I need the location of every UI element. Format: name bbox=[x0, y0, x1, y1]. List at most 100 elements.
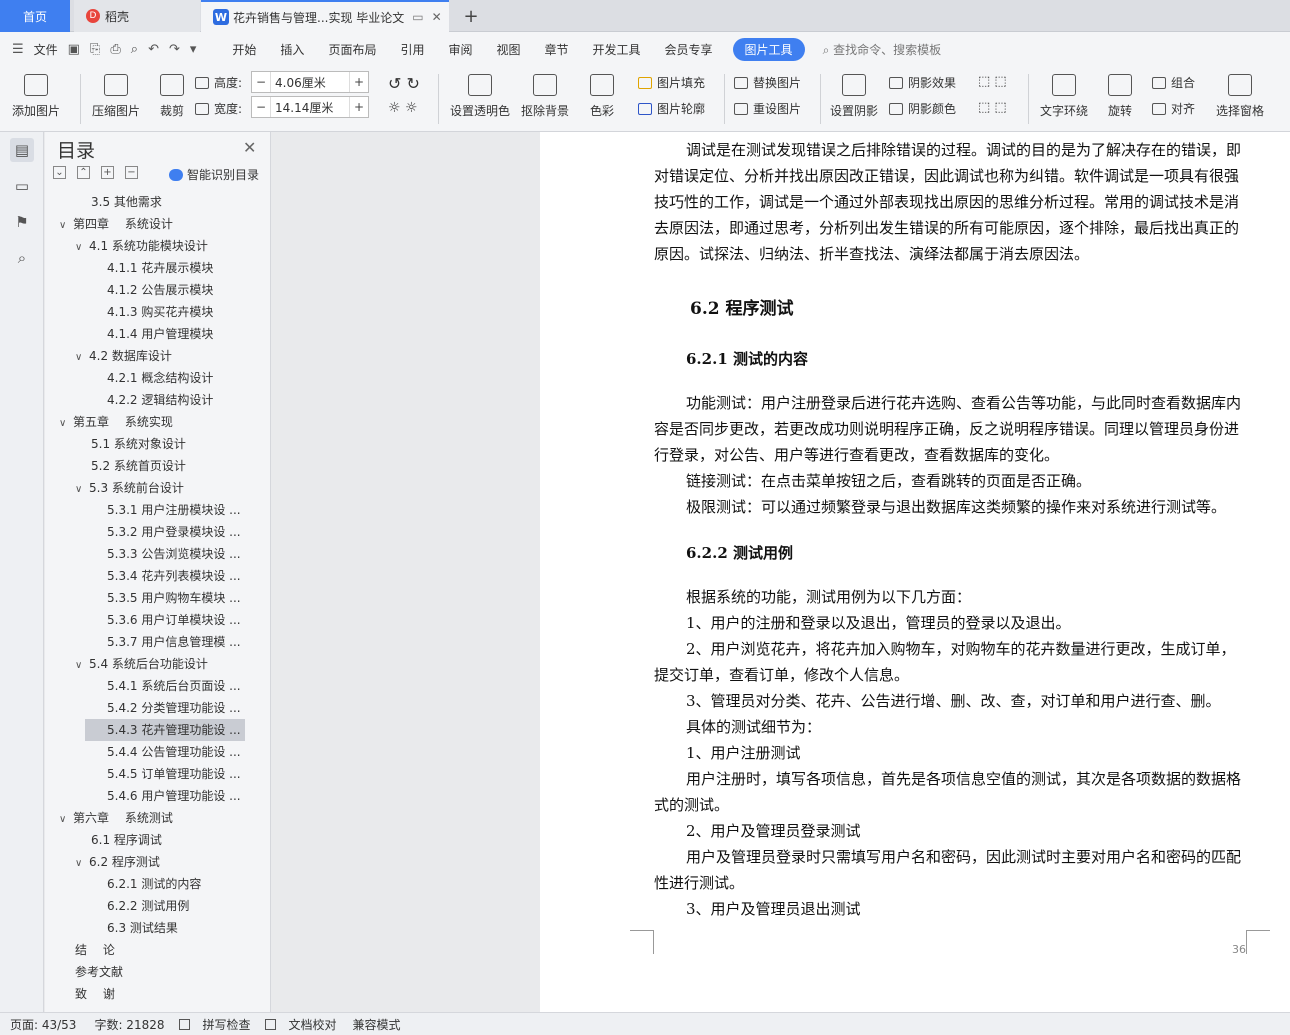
menu-item[interactable]: 开发工具 bbox=[593, 41, 641, 58]
word-count[interactable]: 字数: 21828 bbox=[94, 1016, 164, 1033]
toc-icon[interactable]: ▤ bbox=[10, 138, 34, 162]
set-transparent-button[interactable]: 设置透明色 bbox=[450, 74, 510, 119]
height-value[interactable]: 4.06厘米 bbox=[270, 72, 350, 92]
group-button[interactable]: 组合 bbox=[1152, 74, 1195, 91]
save-icon[interactable]: ▣ bbox=[68, 42, 80, 57]
toc-item[interactable]: 4.1.3 购买花卉模块 bbox=[45, 301, 265, 323]
toc-item[interactable]: ∨ 4.1 系统功能模块设计 bbox=[45, 235, 265, 257]
tab-docer[interactable]: D 稻壳 bbox=[74, 0, 200, 32]
toc-item[interactable]: ∨ 5.3 系统前台设计 bbox=[45, 477, 265, 499]
collapse-icon[interactable]: ⌄ bbox=[53, 166, 66, 179]
chevron-down-icon[interactable]: ∨ bbox=[59, 215, 73, 235]
menu-item[interactable]: 会员专享 bbox=[665, 41, 713, 58]
close-icon[interactable]: ✕ bbox=[243, 138, 256, 157]
toc-item[interactable]: 4.1.1 花卉展示模块 bbox=[45, 257, 265, 279]
height-minus[interactable]: − bbox=[252, 75, 270, 89]
add-item-icon[interactable]: + bbox=[101, 166, 114, 179]
toc-item[interactable]: 4.1.4 用户管理模块 bbox=[45, 323, 265, 345]
toc-item[interactable]: 5.4.4 公告管理功能设 ... bbox=[45, 741, 265, 763]
menu-item[interactable]: 视图 bbox=[496, 41, 520, 58]
preview-icon[interactable]: ⌕ bbox=[131, 42, 138, 57]
file-menu[interactable]: 文件 bbox=[34, 41, 58, 58]
screen-icon[interactable]: ▭ bbox=[412, 10, 423, 24]
menu-item[interactable]: 插入 bbox=[280, 41, 304, 58]
crop-button[interactable]: 裁剪 bbox=[160, 74, 184, 119]
redo-icon[interactable]: ↷ bbox=[169, 42, 180, 57]
toc-item[interactable]: 6.2.2 测试用例 bbox=[45, 895, 265, 917]
image-outline-button[interactable]: 图片轮廓 bbox=[638, 100, 705, 117]
toc-item[interactable]: 5.3.5 用户购物车模块 ... bbox=[45, 587, 265, 609]
chapter-nav-icon[interactable]: ▭ bbox=[10, 174, 34, 198]
set-shadow-button[interactable]: 设置阴影 bbox=[830, 74, 878, 119]
menu-item[interactable]: 页面布局 bbox=[328, 41, 376, 58]
add-image-button[interactable]: 添加图片 bbox=[12, 74, 60, 119]
height-field[interactable]: −4.06厘米 + bbox=[251, 71, 369, 93]
toc-item[interactable]: 5.3.3 公告浏览模块设 ... bbox=[45, 543, 265, 565]
new-tab-button[interactable]: + bbox=[456, 0, 486, 32]
replace-image-button[interactable]: 替换图片 bbox=[734, 74, 801, 91]
search-commands[interactable]: ⌕ 查找命令、搜索模板 bbox=[823, 41, 942, 58]
toc-item[interactable]: 4.1.2 公告展示模块 bbox=[45, 279, 265, 301]
width-plus[interactable]: + bbox=[350, 100, 368, 114]
toc-item[interactable]: 5.3.7 用户信息管理模 ... bbox=[45, 631, 265, 653]
toc-item[interactable]: ∨ 第四章 系统设计 bbox=[45, 213, 265, 235]
shadow-effect-button[interactable]: 阴影效果 bbox=[889, 74, 956, 91]
shadow-offset-icon[interactable]: ⬚ ⬚ bbox=[978, 100, 1007, 115]
toc-item[interactable]: 5.3.1 用户注册模块设 ... bbox=[45, 499, 265, 521]
spell-check[interactable]: 拼写检查 bbox=[178, 1016, 251, 1033]
toc-item[interactable]: 5.2 系统首页设计 bbox=[45, 455, 265, 477]
toc-item[interactable]: 5.4.5 订单管理功能设 ... bbox=[45, 763, 265, 785]
search-icon[interactable]: ⌕ bbox=[10, 246, 34, 270]
width-value[interactable]: 14.14厘米 bbox=[270, 97, 350, 117]
shadow-offset-icon[interactable]: ⬚ ⬚ bbox=[978, 74, 1007, 89]
toc-item[interactable]: 5.4.1 系统后台页面设 ... bbox=[45, 675, 265, 697]
close-tab-icon[interactable]: ✕ bbox=[432, 10, 442, 24]
toc-item[interactable]: 致 谢 bbox=[45, 983, 265, 1005]
text-wrap-button[interactable]: 文字环绕 bbox=[1040, 74, 1088, 119]
toc-item[interactable]: ∨ 6.2 程序测试 bbox=[45, 851, 265, 873]
color-button[interactable]: 色彩 bbox=[590, 74, 614, 119]
toc-item[interactable]: ∨ 第五章 系统实现 bbox=[45, 411, 265, 433]
remove-item-icon[interactable]: − bbox=[125, 166, 138, 179]
toc-item[interactable]: 5.4.6 用户管理功能设 ... bbox=[45, 785, 265, 807]
chevron-down-icon[interactable]: ∨ bbox=[59, 809, 73, 829]
menu-item[interactable]: 引用 bbox=[400, 41, 424, 58]
chevron-down-icon[interactable]: ∨ bbox=[75, 853, 89, 873]
chevron-down-icon[interactable]: ∨ bbox=[59, 413, 73, 433]
toc-item[interactable]: 6.1 程序调试 bbox=[45, 829, 265, 851]
toc-item[interactable]: 5.3.4 花卉列表模块设 ... bbox=[45, 565, 265, 587]
toc-item[interactable]: 5.3.2 用户登录模块设 ... bbox=[45, 521, 265, 543]
toc-item[interactable]: 6.2.1 测试的内容 bbox=[45, 873, 265, 895]
chevron-down-icon[interactable]: ∨ bbox=[75, 479, 89, 499]
menu-item[interactable]: 审阅 bbox=[448, 41, 472, 58]
compress-button[interactable]: 压缩图片 bbox=[92, 74, 140, 119]
rotate-left-icon[interactable]: ↺ ↻ bbox=[388, 74, 420, 93]
tab-home[interactable]: 首页 bbox=[0, 0, 70, 32]
width-minus[interactable]: − bbox=[252, 100, 270, 114]
toc-item[interactable]: ∨ 5.4 系统后台功能设计 bbox=[45, 653, 265, 675]
toc-item[interactable]: 5.4.2 分类管理功能设 ... bbox=[45, 697, 265, 719]
brightness-icon[interactable]: ☼ ☼ bbox=[388, 100, 418, 116]
toc-item[interactable]: 4.2.2 逻辑结构设计 bbox=[45, 389, 265, 411]
height-plus[interactable]: + bbox=[350, 75, 368, 89]
toc-item[interactable]: 5.4.3 花卉管理功能设 ... bbox=[85, 719, 245, 741]
toc-item[interactable]: 5.1 系统对象设计 bbox=[45, 433, 265, 455]
document-page[interactable]: 调试是在测试发现错误之后排除错误的过程。调试的目的是为了解决存在的错误，即对错误… bbox=[540, 132, 1290, 1012]
smart-toc-button[interactable]: 智能识别目录 bbox=[169, 166, 259, 183]
bookmark-icon[interactable]: ⚑ bbox=[10, 210, 34, 234]
toc-item[interactable]: 5.3.6 用户订单模块设 ... bbox=[45, 609, 265, 631]
shadow-color-button[interactable]: 阴影颜色 bbox=[889, 100, 956, 117]
toc-item[interactable]: 结 论 bbox=[45, 939, 265, 961]
align-button[interactable]: 对齐 bbox=[1152, 100, 1195, 117]
toc-item[interactable]: 3.5 其他需求 bbox=[45, 191, 265, 213]
rotate-button[interactable]: 旋转 bbox=[1108, 74, 1132, 119]
undo-icon[interactable]: ↶ bbox=[148, 42, 159, 57]
tab-document[interactable]: W 花卉销售与管理...实现 毕业论文 ▭ ✕ bbox=[201, 0, 449, 32]
reset-image-button[interactable]: 重设图片 bbox=[734, 100, 801, 117]
menu-item[interactable]: 章节 bbox=[545, 41, 569, 58]
toc-item[interactable]: 参考文献 bbox=[45, 961, 265, 983]
toc-item[interactable]: ∨ 第六章 系统测试 bbox=[45, 807, 265, 829]
doc-proof[interactable]: 文档校对 bbox=[264, 1016, 337, 1033]
toc-item[interactable]: 4.2.1 概念结构设计 bbox=[45, 367, 265, 389]
tab-picture-tools[interactable]: 图片工具 bbox=[732, 37, 805, 61]
